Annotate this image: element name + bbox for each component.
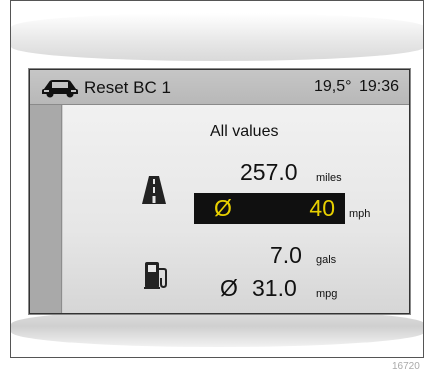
display-screen: Reset BC 1 19,5° 19:36 All values 257.0 … [29, 69, 410, 314]
average-symbol: Ø [214, 195, 232, 221]
distance-value: 257.0 [240, 159, 298, 185]
fuel-unit: gals [316, 254, 337, 266]
car-icon [42, 80, 78, 98]
bezel-bottom [11, 309, 423, 347]
average-economy-symbol: Ø [220, 275, 238, 301]
average-economy-value: 31.0 [252, 275, 297, 301]
distance-unit: miles [316, 172, 342, 184]
fuel-pump-icon [144, 262, 167, 289]
figure-reference-number: 16720 [392, 361, 420, 372]
panel-heading: All values [210, 123, 279, 140]
status-title: Reset BC 1 [84, 78, 171, 97]
economy-unit: mpg [316, 288, 338, 300]
fuel-used-value: 7.0 [270, 242, 302, 268]
bezel-top [11, 13, 423, 61]
average-speed-highlight: Ø 40 [194, 193, 345, 224]
speed-unit: mph [349, 208, 371, 220]
status-bar: Reset BC 1 19,5° 19:36 [30, 70, 409, 105]
left-scroll-bar [30, 105, 62, 313]
clock-time: 19:36 [359, 78, 400, 95]
display-frame: Reset BC 1 19,5° 19:36 All values 257.0 … [10, 0, 424, 358]
average-speed-value: 40 [309, 195, 335, 221]
trip-values-panel: All values 257.0 miles Ø 40 mph 7.0 gals [63, 105, 409, 313]
road-icon [142, 176, 166, 204]
outside-temperature: 19,5° [314, 78, 352, 95]
